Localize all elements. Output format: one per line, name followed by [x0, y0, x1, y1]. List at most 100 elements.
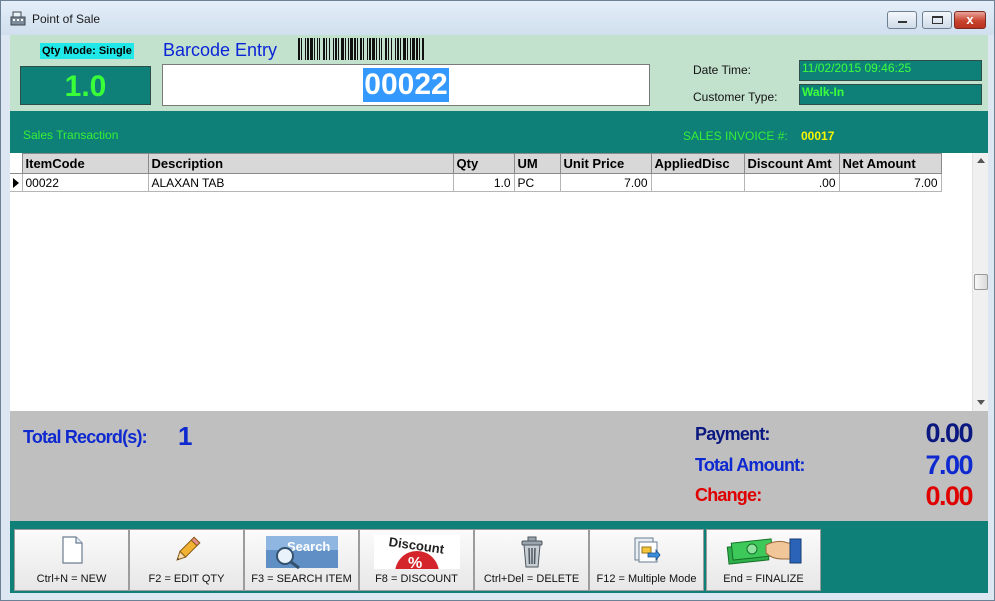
- edit-qty-button[interactable]: F2 = EDIT QTY: [129, 529, 244, 591]
- row-selector-header: [10, 153, 23, 174]
- barcode-stripe: [379, 38, 380, 60]
- table-row[interactable]: 00022 ALAXAN TAB 1.0 PC 7.00 .00 7.00: [10, 173, 942, 192]
- column-header-unit-price[interactable]: Unit Price: [559, 153, 652, 174]
- barcode-stripe: [419, 38, 420, 60]
- cell-itemcode[interactable]: 00022: [21, 173, 149, 192]
- customer-type-label: Customer Type:: [693, 90, 778, 104]
- scrollbar-thumb[interactable]: [974, 274, 988, 290]
- row-selector[interactable]: [10, 173, 23, 192]
- delete-button-label: Ctrl+Del = DELETE: [483, 573, 580, 585]
- edit-qty-button-label: F2 = EDIT QTY: [148, 573, 225, 585]
- discount-icon: Discount %: [373, 535, 460, 569]
- trash-icon: [521, 536, 542, 568]
- barcode-stripe: [400, 38, 401, 60]
- barcode-stripe: [385, 38, 387, 60]
- search-item-button[interactable]: Search F3 = SEARCH ITEM: [244, 529, 359, 591]
- pencil-icon: [175, 536, 200, 561]
- customer-type-field[interactable]: Walk-In: [799, 84, 982, 105]
- barcode-stripe: [391, 38, 392, 60]
- multiple-mode-button[interactable]: F12 = Multiple Mode: [589, 529, 704, 591]
- items-table: ItemCode Description Qty UM Unit Price A…: [10, 153, 942, 192]
- close-icon: x: [966, 12, 974, 27]
- close-button[interactable]: x: [954, 11, 986, 29]
- barcode-stripe: [416, 38, 418, 60]
- sales-transaction-title: Sales Transaction: [23, 128, 119, 142]
- barcode-stripe: [381, 38, 382, 60]
- column-header-qty[interactable]: Qty: [452, 153, 515, 174]
- barcode-stripe: [357, 38, 358, 60]
- barcode-stripe: [314, 38, 315, 60]
- barcode-stripe: [395, 38, 396, 60]
- column-header-um[interactable]: UM: [513, 153, 561, 174]
- barcode-stripe: [410, 38, 411, 60]
- barcode-stripe: [345, 38, 346, 60]
- barcode-stripe: [341, 38, 344, 60]
- payment-label: Payment:: [695, 424, 770, 444]
- table-header-row: ItemCode Description Qty UM Unit Price A…: [10, 153, 942, 174]
- barcode-stripe: [363, 38, 364, 60]
- barcode-stripe: [350, 38, 353, 60]
- barcode-stripe: [305, 38, 306, 60]
- cell-um[interactable]: PC: [513, 173, 561, 192]
- date-time-label: Date Time:: [693, 63, 752, 77]
- column-header-itemcode[interactable]: ItemCode: [21, 153, 149, 174]
- barcode-stripe: [422, 38, 424, 60]
- column-header-description[interactable]: Description: [147, 153, 454, 174]
- cell-applied-disc[interactable]: [650, 173, 745, 192]
- barcode-icon: [298, 38, 424, 60]
- new-button[interactable]: Ctrl+N = NEW: [14, 529, 129, 591]
- barcode-value: 00022: [363, 68, 449, 102]
- barcode-input[interactable]: 00022: [162, 64, 650, 106]
- window-title: Point of Sale: [32, 12, 101, 26]
- scroll-up-arrow-icon[interactable]: [977, 158, 985, 163]
- barcode-stripe: [333, 38, 334, 60]
- barcode-entry-label: Barcode Entry: [163, 40, 278, 60]
- barcode-stripe: [360, 38, 362, 60]
- finalize-button[interactable]: End = FINALIZE: [706, 529, 821, 591]
- cash-payment-icon: [726, 538, 801, 565]
- qty-mode-badge: Qty Mode: Single: [40, 43, 134, 59]
- column-header-discount-amt[interactable]: Discount Amt: [743, 153, 840, 174]
- barcode-stripe: [348, 38, 349, 60]
- change-label: Change:: [695, 485, 762, 505]
- header-panel: Qty Mode: Single 1.0 Barcode Entry 00022…: [10, 35, 988, 111]
- percent-symbol: %: [408, 555, 422, 569]
- cell-qty[interactable]: 1.0: [452, 173, 515, 192]
- column-header-net-amount[interactable]: Net Amount: [838, 153, 942, 174]
- total-amount-value: 7.00: [925, 450, 973, 480]
- barcode-stripe: [388, 38, 389, 60]
- barcode-stripe: [367, 38, 368, 60]
- cell-discount-amt[interactable]: .00: [743, 173, 840, 192]
- totals-panel: Total Record(s): 1 Payment: 0.00 Total A…: [10, 411, 988, 521]
- maximize-button[interactable]: [922, 11, 952, 29]
- minimize-button[interactable]: [887, 11, 917, 29]
- cell-description[interactable]: ALAXAN TAB: [147, 173, 454, 192]
- barcode-stripe: [372, 38, 375, 60]
- cash-register-icon: [10, 11, 26, 26]
- barcode-stripe: [335, 38, 337, 60]
- barcode-stripe: [310, 38, 313, 60]
- barcode-stripe: [407, 38, 408, 60]
- barcode-stripe: [354, 38, 356, 60]
- column-header-applied-disc[interactable]: AppliedDisc: [650, 153, 745, 174]
- current-row-arrow-icon: [13, 177, 19, 188]
- finalize-button-label: End = FINALIZE: [723, 573, 804, 585]
- cell-unit-price[interactable]: 7.00: [559, 173, 652, 192]
- cell-net-amount[interactable]: 7.00: [838, 173, 942, 192]
- minimize-icon: [898, 21, 907, 23]
- search-icon: Search: [265, 536, 338, 569]
- delete-button[interactable]: Ctrl+Del = DELETE: [474, 529, 589, 591]
- barcode-stripe: [338, 38, 339, 60]
- discount-button-label: F8 = DISCOUNT: [375, 573, 458, 585]
- change-value: 0.00: [925, 481, 973, 511]
- multiple-mode-button-label: F12 = Multiple Mode: [596, 573, 697, 585]
- total-records-label: Total Record(s):: [23, 427, 148, 447]
- title-bar: Point of Sale x: [1, 1, 994, 35]
- multiple-mode-icon: [634, 537, 661, 563]
- barcode-stripe: [397, 38, 399, 60]
- barcode-stripe: [298, 38, 300, 60]
- barcode-stripe: [326, 38, 327, 60]
- discount-button[interactable]: Discount % F8 = DISCOUNT: [359, 529, 474, 591]
- scroll-down-arrow-icon[interactable]: [977, 400, 985, 405]
- vertical-scrollbar[interactable]: [972, 153, 988, 411]
